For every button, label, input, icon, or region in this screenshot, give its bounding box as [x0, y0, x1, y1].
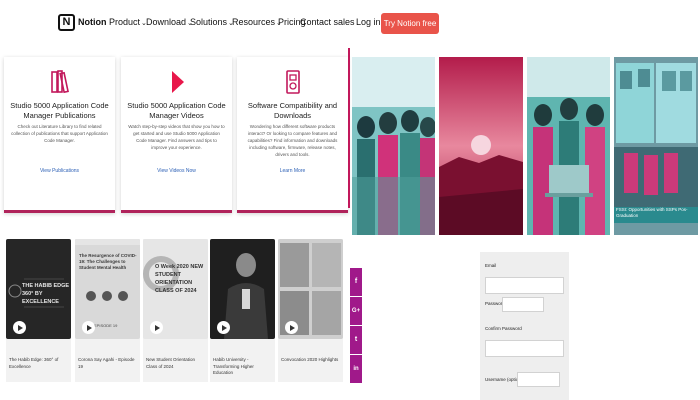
- video-thumb-title: O Week 2020 NEW STUDENT ORIENTATION CLAS…: [155, 264, 204, 294]
- play-icon[interactable]: [13, 321, 26, 334]
- video-card-orientation[interactable]: O Week 2020 NEW STUDENT ORIENTATION CLAS…: [143, 239, 208, 382]
- card-description: Wondering how different software product…: [247, 124, 338, 157]
- card-title: Software Compatibility and Downloads: [247, 101, 338, 120]
- video-card-transforming-higher-ed[interactable]: Habib University - Transforming Higher E…: [210, 239, 275, 382]
- linkedin-share-icon[interactable]: in: [350, 355, 362, 383]
- twitter-share-icon[interactable]: t: [350, 326, 362, 354]
- nav-product-label: Product: [109, 17, 141, 27]
- nav-login[interactable]: Log in: [356, 17, 381, 27]
- books-icon: [4, 69, 115, 95]
- card-title: Studio 5000 Application Code Manager Pub…: [10, 101, 109, 120]
- video-caption[interactable]: The Habib Edge: 360° of Excellence: [9, 357, 69, 370]
- downloads-icon: [237, 69, 348, 95]
- nav-download[interactable]: Download⌄: [146, 17, 193, 27]
- play-icon[interactable]: [217, 321, 230, 334]
- video-thumb-title: THE HABIB EDGE 360° BY EXCELLENCE: [22, 283, 70, 305]
- notion-logo-icon[interactable]: N: [58, 14, 75, 31]
- signup-form: Email Password Confirm Password Username…: [480, 252, 569, 400]
- episode-label: EPISODE 19: [94, 323, 118, 328]
- nav-download-label: Download: [146, 17, 187, 27]
- video-caption[interactable]: Convocation 2020 Highlights: [281, 357, 341, 364]
- photo-caption: FSSI: Opportunities with SSPs Pos-Gradua…: [616, 207, 688, 218]
- play-icon[interactable]: [82, 321, 95, 334]
- nav-resources-label: Resources: [232, 17, 276, 27]
- play-icon[interactable]: [150, 321, 163, 334]
- card-description: Watch step-by-step videos that show you …: [128, 124, 225, 150]
- event-screen-photo[interactable]: FSSI: Opportunities with SSPs Pos-Gradua…: [614, 57, 698, 235]
- sunset-photo[interactable]: [439, 57, 523, 235]
- card-publications: Studio 5000 Application Code Manager Pub…: [4, 57, 115, 213]
- card-software-downloads: Software Compatibility and Downloads Won…: [237, 57, 348, 213]
- nav-solutions-label: Solutions: [190, 17, 228, 27]
- video-caption[interactable]: Habib University - Transforming Higher E…: [213, 357, 273, 377]
- students-group-photo[interactable]: [352, 57, 435, 235]
- facebook-share-icon[interactable]: f: [350, 268, 362, 296]
- page: N Notion Product⌄ Download⌄ Solutions⌄ R…: [0, 0, 700, 400]
- password-field[interactable]: [502, 297, 544, 312]
- top-navbar: N Notion Product⌄ Download⌄ Solutions⌄ R…: [0, 0, 700, 48]
- section-divider: [348, 48, 350, 208]
- card-description: Check out Literature Library to find rel…: [11, 124, 108, 143]
- google-plus-share-icon[interactable]: G+: [350, 297, 362, 325]
- video-card-corona-say-agahi[interactable]: The Resurgence of COVID-19: The Challeng…: [75, 239, 140, 382]
- video-card-habib-edge[interactable]: THE HABIB EDGE 360° BY EXCELLENCE The Ha…: [6, 239, 71, 382]
- learn-more-link[interactable]: Learn More: [237, 168, 348, 174]
- video-thumb-title: The Resurgence of COVID-19: The Challeng…: [79, 253, 137, 270]
- email-label: Email: [485, 263, 497, 268]
- video-caption[interactable]: Corona Say Agahi - Episode 19: [78, 357, 138, 370]
- students-laptop-photo[interactable]: [527, 57, 610, 235]
- nav-contact-sales[interactable]: Contact sales: [300, 17, 355, 27]
- confirm-password-label: Confirm Password: [485, 326, 522, 331]
- view-videos-link[interactable]: View Videos Now: [121, 168, 232, 174]
- video-caption[interactable]: New Student Orientation Class of 2024: [146, 357, 206, 370]
- brand-name[interactable]: Notion: [78, 17, 107, 27]
- nav-product[interactable]: Product⌄: [109, 17, 147, 27]
- try-notion-free-button[interactable]: Try Notion free: [381, 13, 439, 34]
- nav-solutions[interactable]: Solutions⌄: [190, 17, 234, 27]
- nav-resources[interactable]: Resources⌄: [232, 17, 282, 27]
- username-field[interactable]: [517, 372, 560, 387]
- view-publications-link[interactable]: View Publications: [4, 168, 115, 174]
- card-title: Studio 5000 Application Code Manager Vid…: [127, 101, 226, 120]
- video-card-convocation[interactable]: Convocation 2020 Highlights: [278, 239, 343, 382]
- card-videos: Studio 5000 Application Code Manager Vid…: [121, 57, 232, 213]
- play-icon[interactable]: [285, 321, 298, 334]
- confirm-password-field[interactable]: [485, 340, 564, 357]
- email-field[interactable]: [485, 277, 564, 294]
- play-icon: [121, 69, 232, 95]
